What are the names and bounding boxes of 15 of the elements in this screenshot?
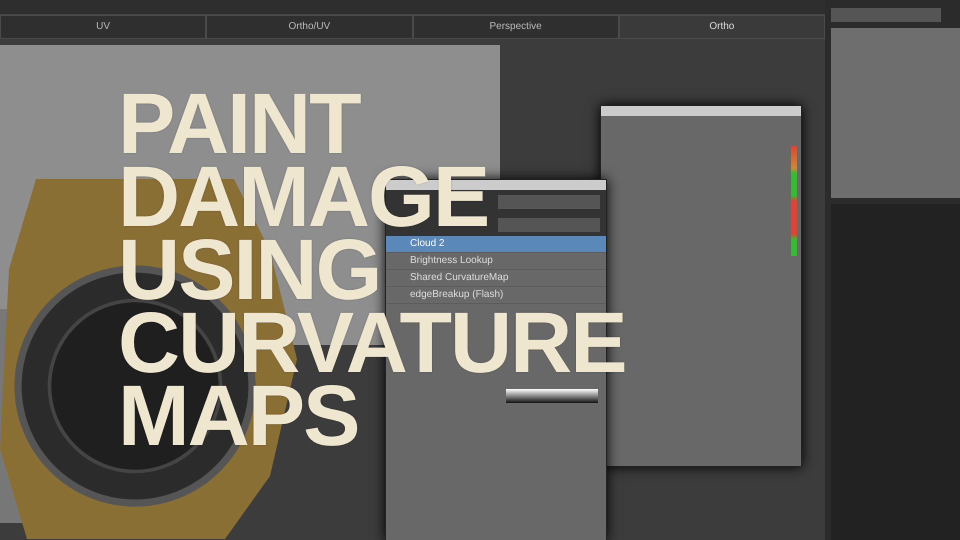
search-field[interactable] [831,8,941,22]
viewport-tab[interactable]: Ortho [618,15,825,39]
viewport-tab[interactable]: Ortho/UV [206,15,412,39]
title-line: CURVATURE [118,307,626,380]
viewport-tab[interactable]: Perspective [412,15,619,39]
layer-row[interactable]: edgeBreakup (Flash) [386,287,606,304]
layer-row[interactable]: Cloud 2 [386,236,606,253]
title-line: MAPS [118,380,358,453]
viewport-tab[interactable]: UV [0,15,206,39]
search-field[interactable] [498,195,600,209]
title-line: PAINT [118,88,360,161]
layer-row[interactable]: Shared CurvatureMap [386,270,606,287]
filter-field[interactable] [498,218,600,232]
layer-row[interactable]: Brightness Lookup [386,253,606,270]
title-line: DAMAGE [118,161,488,234]
